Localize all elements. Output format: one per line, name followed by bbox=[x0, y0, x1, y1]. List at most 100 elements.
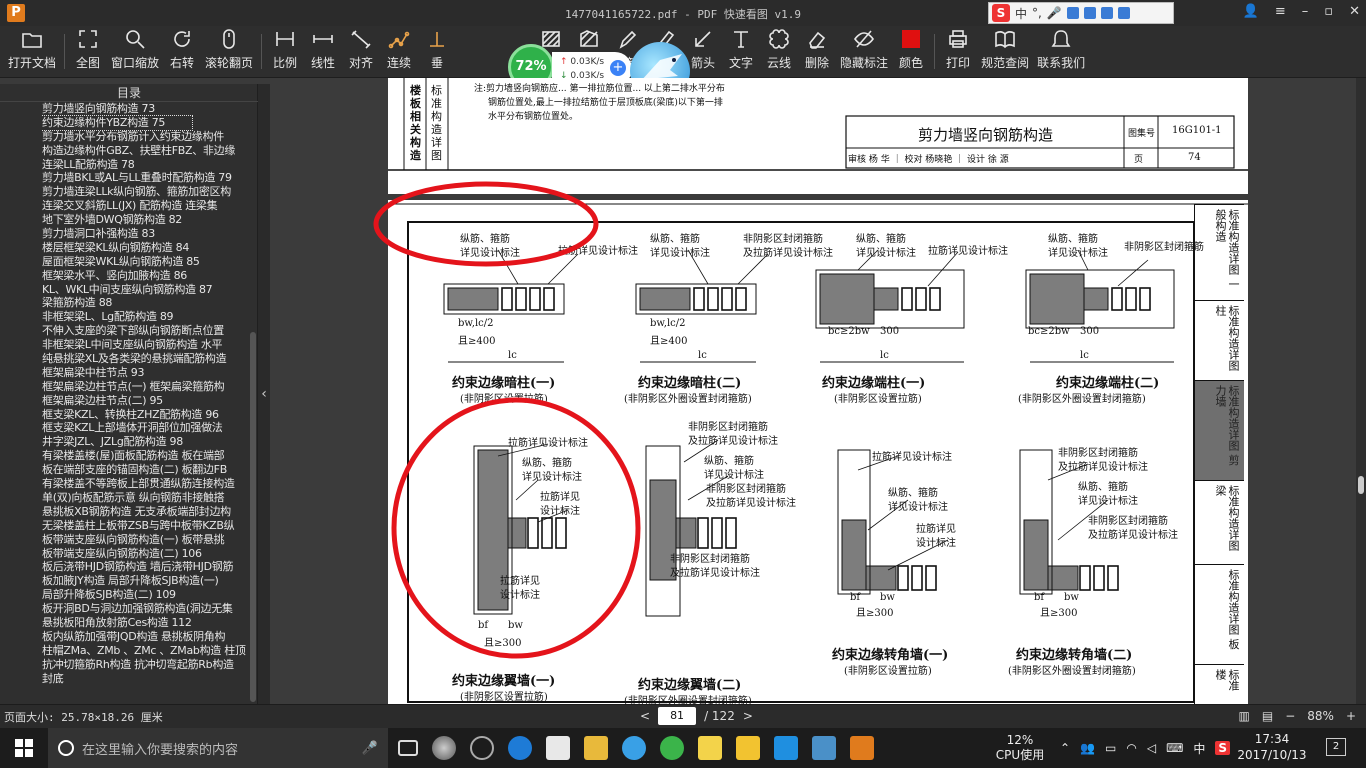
toc-item[interactable]: 地下室外墙DWQ钢筋构造 82 bbox=[42, 213, 248, 227]
toc-item[interactable]: 框支梁KZL上部墙体开洞部位加强做法 bbox=[42, 421, 248, 435]
task-view-icon[interactable] bbox=[398, 740, 418, 756]
zoom-window-button[interactable]: 窗口缩放 bbox=[107, 26, 163, 77]
cpu-usage[interactable]: 12% CPU使用 bbox=[990, 733, 1050, 763]
notification-center-icon[interactable]: 2 bbox=[1326, 738, 1346, 756]
collapse-sidebar-button[interactable]: ‹ bbox=[258, 84, 270, 704]
toc-item[interactable]: 单(双)向板配筋示意 纵向钢筋非接触搭 bbox=[42, 491, 248, 505]
ime-toolbar[interactable]: S 中 °, 🎤 bbox=[988, 2, 1174, 24]
taskbar-search[interactable]: 在这里输入你要搜索的内容 🎤 bbox=[48, 728, 388, 768]
fan-app-icon[interactable] bbox=[432, 736, 456, 760]
sogou-tray-icon[interactable]: S bbox=[1215, 741, 1231, 755]
rotate-right-button[interactable]: 右转 bbox=[163, 26, 201, 77]
edge-browser-icon[interactable] bbox=[508, 736, 532, 760]
toc-item[interactable]: 板在端部支座的锚固构造(二) 板翻边FB bbox=[42, 463, 248, 477]
toc-item[interactable]: 屋面框架梁WKL纵向钢筋构造 85 bbox=[42, 255, 248, 269]
maximize-button[interactable]: ▫ bbox=[1324, 4, 1333, 19]
zoom-in-button[interactable]: + bbox=[1346, 709, 1356, 723]
touch-keyboard-icon[interactable]: ⌨ bbox=[1166, 741, 1183, 755]
toc-item[interactable]: 梁箍筋构造 88 bbox=[42, 296, 248, 310]
toc-item[interactable]: 悬挑板XB钢筋构造 无支承板端部封边构 bbox=[42, 505, 248, 519]
toc-item[interactable]: KL、WKL中间支座纵向钢筋构造 87 bbox=[42, 283, 248, 297]
toc-item[interactable]: 剪力墙BKL或AL与LL重叠时配筋构造 79 bbox=[42, 171, 248, 185]
file-explorer-icon[interactable] bbox=[584, 736, 608, 760]
battery-icon[interactable]: ▭ bbox=[1105, 741, 1116, 755]
shirt-icon[interactable] bbox=[1100, 7, 1113, 19]
standard-lookup-button[interactable]: 规范查阅 bbox=[977, 26, 1033, 77]
prev-page-button[interactable]: < bbox=[640, 709, 650, 723]
wheel-page-button[interactable]: 滚轮翻页 bbox=[201, 26, 257, 77]
toc-item[interactable]: 板带端支座纵向钢筋构造(一) 板带悬挑 bbox=[42, 533, 248, 547]
start-button[interactable] bbox=[0, 728, 48, 768]
ime-indicator[interactable]: 中 bbox=[1193, 740, 1205, 757]
toc-item[interactable]: 剪力墙连梁LLk纵向钢筋、箍筋加密区构 bbox=[42, 185, 248, 199]
green-app-icon[interactable] bbox=[660, 736, 684, 760]
perpendicular-button[interactable]: 垂 bbox=[418, 26, 456, 77]
swirl-app-icon[interactable] bbox=[470, 736, 494, 760]
photo-app-icon[interactable] bbox=[812, 736, 836, 760]
toc-item[interactable]: 板开洞BD与洞边加强钢筋构造(洞边无集 bbox=[42, 602, 248, 616]
toc-item[interactable]: 框架扁梁边柱节点(一) 框架扁梁箍筋构 bbox=[42, 380, 248, 394]
keyboard-icon[interactable] bbox=[1066, 7, 1079, 19]
cloud-line-button[interactable]: 云线 bbox=[760, 26, 798, 77]
toc-scrollbar[interactable] bbox=[250, 332, 256, 702]
toc-item[interactable]: 板加腋JY构造 局部升降板SJB构造(一) bbox=[42, 574, 248, 588]
continuous-measure-button[interactable]: 连续 bbox=[380, 26, 418, 77]
zoom-out-button[interactable]: − bbox=[1285, 709, 1295, 723]
single-page-view-icon[interactable]: ▥ bbox=[1239, 709, 1250, 723]
linear-measure-button[interactable]: 线性 bbox=[304, 26, 342, 77]
delete-button[interactable]: 删除 bbox=[798, 26, 836, 77]
menu-icon[interactable]: ≡ bbox=[1275, 4, 1286, 19]
toc-item[interactable]: 剪力墙水平分布钢筋计入约束边缘构件 bbox=[42, 130, 248, 144]
toc-item[interactable]: 无梁楼盖柱上板带ZSB与跨中板带KZB纵 bbox=[42, 519, 248, 533]
system-clock[interactable]: 17:34 2017/10/13 bbox=[1232, 731, 1312, 763]
minimize-button[interactable]: – bbox=[1302, 4, 1309, 19]
toc-item[interactable]: 抗冲切箍筋Rh构造 抗冲切弯起筋Rb构造 bbox=[42, 658, 248, 672]
user-icon[interactable]: 👤 bbox=[1243, 4, 1259, 19]
pdf-app-icon[interactable] bbox=[850, 736, 874, 760]
toc-item[interactable]: 框架梁水平、竖向加腋构造 86 bbox=[42, 269, 248, 283]
network-app-icon[interactable] bbox=[774, 736, 798, 760]
wrench-icon[interactable] bbox=[1117, 7, 1130, 19]
text-button[interactable]: 文字 bbox=[722, 26, 760, 77]
open-document-button[interactable]: 打开文档 bbox=[4, 26, 60, 77]
toc-item[interactable]: 构造边缘构件GBZ、扶壁柱FBZ、非边缘 bbox=[42, 144, 248, 158]
toc-item[interactable]: 有梁楼盖不等跨板上部贯通纵筋连接构造 bbox=[42, 477, 248, 491]
toc-item[interactable]: 有梁楼盖楼(屋)面板配筋构造 板在端部 bbox=[42, 449, 248, 463]
toc-item[interactable]: 不伸入支座的梁下部纵向钢筋断点位置 bbox=[42, 324, 248, 338]
wifi-icon[interactable]: ◠ bbox=[1126, 741, 1136, 755]
toc-item[interactable]: 框架扁梁边柱节点(二) 95 bbox=[42, 394, 248, 408]
toc-item[interactable]: 井字梁JZL、JZLg配筋构造 98 bbox=[42, 435, 248, 449]
current-page-input[interactable]: 81 bbox=[658, 707, 697, 725]
next-page-button[interactable]: > bbox=[743, 709, 753, 723]
volume-icon[interactable]: ◁ bbox=[1147, 741, 1156, 755]
toc-item[interactable]: 楼层框架梁KL纵向钢筋构造 84 bbox=[42, 241, 248, 255]
microphone-icon[interactable]: 🎤 bbox=[362, 741, 378, 756]
notes-app-icon[interactable] bbox=[698, 736, 722, 760]
fit-all-button[interactable]: 全图 bbox=[69, 26, 107, 77]
tray-expand-icon[interactable]: ⌃ bbox=[1060, 741, 1070, 755]
align-measure-button[interactable]: 对齐 bbox=[342, 26, 380, 77]
continuous-view-icon[interactable]: ▤ bbox=[1262, 709, 1273, 723]
skin-icon[interactable] bbox=[1083, 7, 1096, 19]
speed-plus-button[interactable]: + bbox=[610, 60, 626, 76]
toc-item[interactable]: 纯悬挑梁XL及各类梁的悬挑端配筋构造 bbox=[42, 352, 248, 366]
toc-item[interactable]: 剪力墙竖向钢筋构造 73 bbox=[42, 102, 248, 116]
ime-mode[interactable]: 中 bbox=[1015, 5, 1027, 22]
store-icon[interactable] bbox=[546, 736, 570, 760]
toc-item[interactable]: 板带端支座纵向钢筋构造(二) 106 bbox=[42, 547, 248, 561]
toc-item[interactable]: 连梁LL配筋构造 78 bbox=[42, 158, 248, 172]
toc-item[interactable]: 约束边缘构件YBZ构造 75 bbox=[42, 114, 193, 131]
toc-item[interactable]: 连梁交叉斜筋LL(JX) 配筋构造 连梁集 bbox=[42, 199, 248, 213]
viewer-scrollbar[interactable] bbox=[1356, 78, 1366, 704]
contact-us-button[interactable]: 联系我们 bbox=[1033, 26, 1089, 77]
sogou-icon[interactable]: S bbox=[992, 4, 1010, 22]
scale-button[interactable]: 比例 bbox=[266, 26, 304, 77]
toc-item[interactable]: 板后浇带HJD钢筋构造 墙后浇带HJD钢筋 bbox=[42, 560, 248, 574]
zoom-level[interactable]: 88% bbox=[1307, 709, 1334, 723]
print-button[interactable]: 打印 bbox=[939, 26, 977, 77]
ie-browser-icon[interactable] bbox=[622, 736, 646, 760]
toc-item[interactable]: 板内纵筋加强带JQD构造 悬挑板阴角构 bbox=[42, 630, 248, 644]
toc-item[interactable]: 悬挑板阳角放射筋Ces构造 112 bbox=[42, 616, 248, 630]
toc-item[interactable]: 框支梁KZL、转换柱ZHZ配筋构造 96 bbox=[42, 408, 248, 422]
help-app-icon[interactable] bbox=[736, 736, 760, 760]
